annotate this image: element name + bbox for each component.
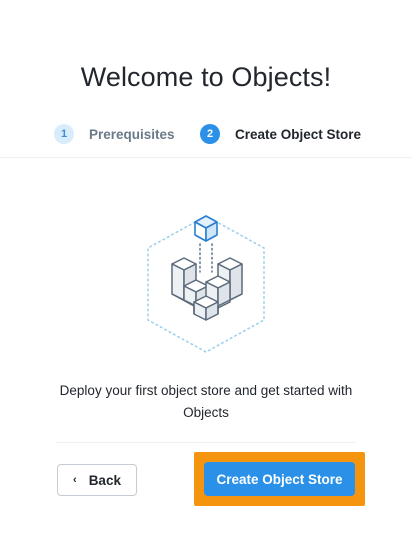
step-label: Create Object Store [235,126,362,142]
create-button-label: Create Object Store [216,471,343,487]
chevron-left-icon: ‹ [73,474,77,486]
step-create-object-store[interactable]: 2 Create Object Store [200,122,361,146]
description-text: Deploy your first object store and get s… [59,383,353,420]
header-divider [0,157,412,158]
step-label: Prerequisites [89,126,175,142]
objects-welcome-page: Welcome to Objects! 1 Prerequisites 2 Cr… [0,0,412,542]
wizard-steps: 1 Prerequisites 2 Create Object Store [0,122,412,146]
create-object-store-button[interactable]: Create Object Store [204,462,355,496]
back-button-label: Back [88,472,121,488]
object-store-cubes-icon [140,210,272,356]
page-title: Welcome to Objects! [80,62,332,92]
step-number-badge: 2 [200,124,220,144]
step-number-badge: 1 [54,124,74,144]
back-button[interactable]: ‹ Back [57,464,137,496]
step-prerequisites[interactable]: 1 Prerequisites [54,122,175,146]
footer-divider [56,442,356,443]
